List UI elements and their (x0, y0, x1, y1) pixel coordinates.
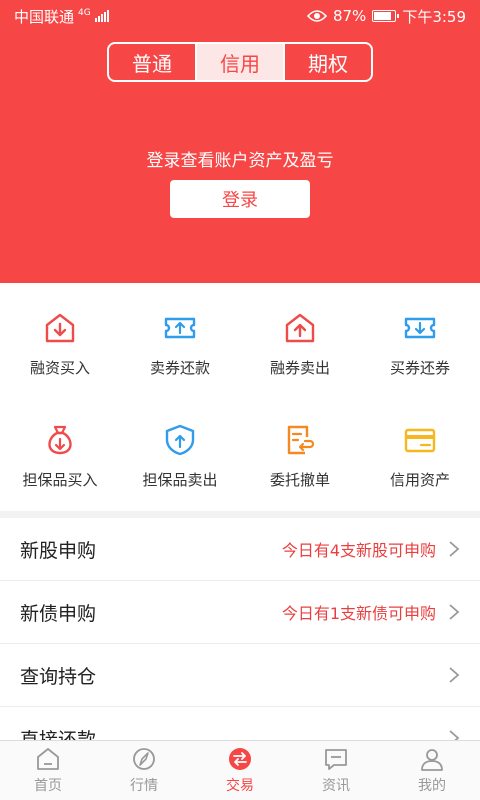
tab-label: 交易 (226, 778, 254, 794)
user-icon (421, 749, 443, 771)
credit-card-icon (404, 428, 436, 453)
signal-icon (94, 10, 109, 22)
tab-home[interactable]: 首页 (0, 741, 96, 800)
segment-normal[interactable]: 普通 (109, 44, 197, 80)
money-bag-icon (48, 425, 72, 455)
action-label: 融券卖出 (269, 359, 330, 377)
list-item-bond-subscribe[interactable]: 新债申购 今日有1支新债可申购 (0, 581, 480, 644)
exchange-icon (229, 748, 251, 770)
chevron-right-icon (449, 667, 460, 683)
action-grid: 融资买入 卖券还款 融券卖出 买券还券 担保品买入 担保品卖出 委托撤单 信用资… (0, 283, 480, 511)
ticket-arrow-down-icon (404, 317, 436, 339)
account-type-segment: 普通 信用 期权 (107, 42, 373, 82)
tab-label: 首页 (34, 778, 62, 794)
tab-label: 资讯 (322, 778, 350, 794)
action-cancel-order[interactable]: 委托撤单 (240, 395, 360, 505)
status-bar: 中国联通 4G 87% 下午3:59 (0, 0, 480, 32)
house-arrow-down-icon (45, 313, 75, 343)
action-label: 融资买入 (29, 359, 90, 377)
action-label: 卖券还款 (149, 359, 210, 377)
clock: 下午3:59 (402, 7, 466, 26)
list-item-title: 新债申购 (20, 602, 97, 625)
list-item-note: 今日有4支新股可申购 (281, 541, 436, 560)
action-credit-assets[interactable]: 信用资产 (360, 395, 480, 505)
carrier-name: 中国联通 (14, 7, 75, 26)
action-label: 担保品卖出 (142, 471, 218, 489)
chevron-right-icon (449, 730, 460, 740)
chevron-right-icon (449, 604, 460, 620)
message-icon (325, 749, 347, 770)
tab-market[interactable]: 行情 (96, 741, 192, 800)
account-header: 普通 信用 期权 登录查看账户资产及盈亏 登录 (0, 32, 480, 283)
segment-options[interactable]: 期权 (285, 44, 371, 80)
compass-icon (133, 748, 155, 770)
action-label: 买券还券 (389, 359, 450, 377)
action-label: 委托撤单 (269, 471, 330, 489)
action-buy-return[interactable]: 买券还券 (360, 283, 480, 393)
function-list: 新股申购 今日有4支新股可申购 新债申购 今日有1支新债可申购 查询持仓 直接还… (0, 518, 480, 740)
list-item-ipo-subscribe[interactable]: 新股申购 今日有4支新股可申购 (0, 518, 480, 581)
list-item-title: 直接还款 (20, 728, 97, 741)
segment-credit[interactable]: 信用 (197, 44, 285, 80)
login-button[interactable]: 登录 (170, 180, 310, 218)
network-type: 4G (78, 7, 91, 18)
list-item-positions[interactable]: 查询持仓 (0, 644, 480, 707)
login-tip: 登录查看账户资产及盈亏 (146, 151, 334, 171)
action-collateral-sell[interactable]: 担保品卖出 (120, 395, 240, 505)
tab-label: 行情 (130, 778, 158, 794)
action-collateral-buy[interactable]: 担保品买入 (0, 395, 120, 505)
shield-arrow-up-icon (165, 424, 195, 456)
tab-label: 我的 (418, 778, 446, 794)
battery-icon (372, 10, 400, 22)
home-icon (37, 748, 59, 770)
action-sell-repay[interactable]: 卖券还款 (120, 283, 240, 393)
tab-news[interactable]: 资讯 (288, 741, 384, 800)
list-item-title: 查询持仓 (20, 665, 97, 688)
action-label: 担保品买入 (22, 471, 98, 489)
tab-mine[interactable]: 我的 (384, 741, 480, 800)
list-item-title: 新股申购 (20, 539, 97, 562)
ticket-arrow-up-icon (164, 317, 196, 339)
undo-document-icon (287, 425, 315, 455)
tab-trade[interactable]: 交易 (192, 741, 288, 800)
list-item-note: 今日有1支新债可申购 (281, 604, 436, 623)
chevron-right-icon (449, 541, 460, 557)
eye-icon (306, 10, 327, 22)
bottom-tab-bar: 首页 行情 交易 资讯 我的 (0, 740, 480, 800)
carrier-info: 中国联通 4G (14, 6, 109, 27)
action-label: 信用资产 (389, 471, 450, 489)
list-item-direct-repay[interactable]: 直接还款 (0, 707, 480, 740)
action-short-sell[interactable]: 融券卖出 (240, 283, 360, 393)
action-margin-buy[interactable]: 融资买入 (0, 283, 120, 393)
battery-percent: 87% (332, 7, 367, 25)
house-arrow-up-icon (285, 313, 315, 343)
